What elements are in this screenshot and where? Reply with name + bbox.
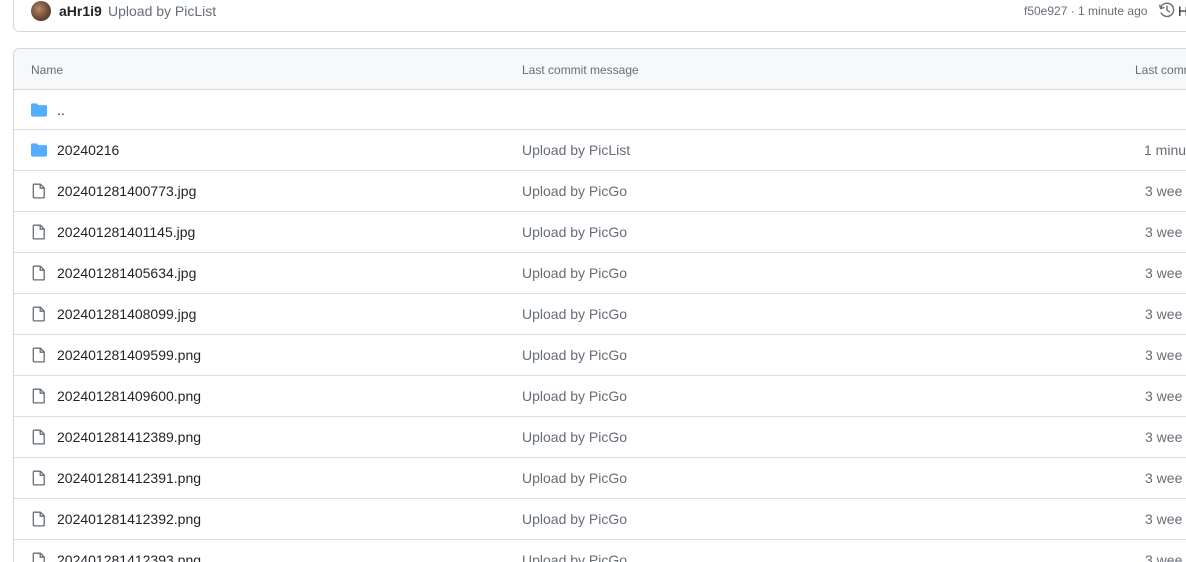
commit-date: 3 wee (1145, 265, 1183, 281)
file-icon (32, 306, 45, 322)
commit-message-link[interactable]: Upload by PicGo (522, 429, 627, 445)
commit-message-link[interactable]: Upload by PicGo (522, 511, 627, 527)
table-body: .. 20240216 Upload by PicList 1 minu 202… (14, 90, 1186, 562)
file-icon (32, 265, 45, 281)
file-name-link[interactable]: 202401281409600.png (57, 388, 201, 404)
commit-date: 3 wee (1145, 470, 1183, 486)
parent-directory-row[interactable]: .. (14, 90, 1186, 130)
file-browser-page: aHr1i9 Upload by PicList f50e927 · 1 min… (0, 0, 1186, 562)
table-row[interactable]: 202401281412393.png Upload by PicGo 3 we… (14, 540, 1186, 562)
commit-message-link[interactable]: Upload by PicGo (522, 347, 627, 363)
commit-message-link[interactable]: Upload by PicList (522, 142, 630, 158)
table-header: Name Last commit message Last comm (14, 49, 1186, 90)
commit-message-link[interactable]: Upload by PicGo (522, 265, 627, 281)
commit-date: 3 wee (1145, 552, 1183, 562)
commit-date: 3 wee (1145, 388, 1183, 404)
commit-meta[interactable]: f50e927 · 1 minute ago (1024, 4, 1147, 18)
table-row[interactable]: 202401281400773.jpg Upload by PicGo 3 we… (14, 171, 1186, 212)
table-row[interactable]: 202401281409600.png Upload by PicGo 3 we… (14, 376, 1186, 417)
file-name-link[interactable]: 202401281412393.png (57, 552, 201, 562)
file-name-link[interactable]: 202401281412391.png (57, 470, 201, 486)
commit-date: 3 wee (1145, 429, 1183, 445)
parent-directory-link[interactable]: .. (57, 102, 65, 118)
file-name-link[interactable]: 202401281401145.jpg (57, 224, 195, 240)
table-row[interactable]: 202401281412391.png Upload by PicGo 3 we… (14, 458, 1186, 499)
commit-message-link[interactable]: Upload by PicGo (522, 470, 627, 486)
file-name-link[interactable]: 202401281400773.jpg (57, 183, 196, 199)
commit-date: 1 minu (1144, 142, 1186, 158)
table-row[interactable]: 20240216 Upload by PicList 1 minu (14, 130, 1186, 171)
commit-date: 3 wee (1145, 347, 1183, 363)
file-name-link[interactable]: 202401281412392.png (57, 511, 201, 527)
commit-message-link[interactable]: Upload by PicGo (522, 183, 627, 199)
column-header-name: Name (31, 63, 64, 77)
column-header-date: Last comm (1135, 63, 1186, 77)
file-icon (32, 388, 45, 404)
commit-message-link[interactable]: Upload by PicGo (522, 552, 627, 562)
history-button-label[interactable]: H (1178, 3, 1186, 19)
commit-date: 3 wee (1145, 306, 1183, 322)
file-name-link[interactable]: 202401281405634.jpg (57, 265, 196, 281)
table-row[interactable]: 202401281412392.png Upload by PicGo 3 we… (14, 499, 1186, 540)
file-icon (32, 347, 45, 363)
column-header-message: Last commit message (522, 63, 639, 77)
avatar[interactable] (31, 1, 51, 21)
file-name-link[interactable]: 202401281409599.png (57, 347, 201, 363)
file-icon (32, 224, 45, 240)
commit-date: 3 wee (1145, 224, 1183, 240)
commit-message-link[interactable]: Upload by PicGo (522, 306, 627, 322)
file-name-link[interactable]: 202401281412389.png (57, 429, 201, 445)
file-icon (32, 470, 45, 486)
commit-date: 3 wee (1145, 183, 1183, 199)
table-row[interactable]: 202401281412389.png Upload by PicGo 3 we… (14, 417, 1186, 458)
latest-commit-bar: aHr1i9 Upload by PicList f50e927 · 1 min… (13, 0, 1186, 32)
table-row[interactable]: 202401281409599.png Upload by PicGo 3 we… (14, 335, 1186, 376)
file-icon (32, 511, 45, 527)
file-table: Name Last commit message Last comm .. 20… (13, 48, 1186, 562)
table-row[interactable]: 202401281405634.jpg Upload by PicGo 3 we… (14, 253, 1186, 294)
table-row[interactable]: 202401281408099.jpg Upload by PicGo 3 we… (14, 294, 1186, 335)
table-row[interactable]: 202401281401145.jpg Upload by PicGo 3 we… (14, 212, 1186, 253)
folder-icon (31, 143, 47, 157)
file-name-link[interactable]: 202401281408099.jpg (57, 306, 196, 322)
folder-icon (31, 103, 47, 117)
folder-name-link[interactable]: 20240216 (57, 142, 119, 158)
file-icon (32, 552, 45, 562)
commit-message-link[interactable]: Upload by PicGo (522, 224, 627, 240)
file-icon (32, 429, 45, 445)
commit-message[interactable]: Upload by PicList (108, 3, 216, 19)
commit-message-link[interactable]: Upload by PicGo (522, 388, 627, 404)
history-icon[interactable] (1159, 2, 1175, 18)
commit-date: 3 wee (1145, 511, 1183, 527)
commit-author[interactable]: aHr1i9 (59, 3, 102, 19)
file-icon (32, 183, 45, 199)
